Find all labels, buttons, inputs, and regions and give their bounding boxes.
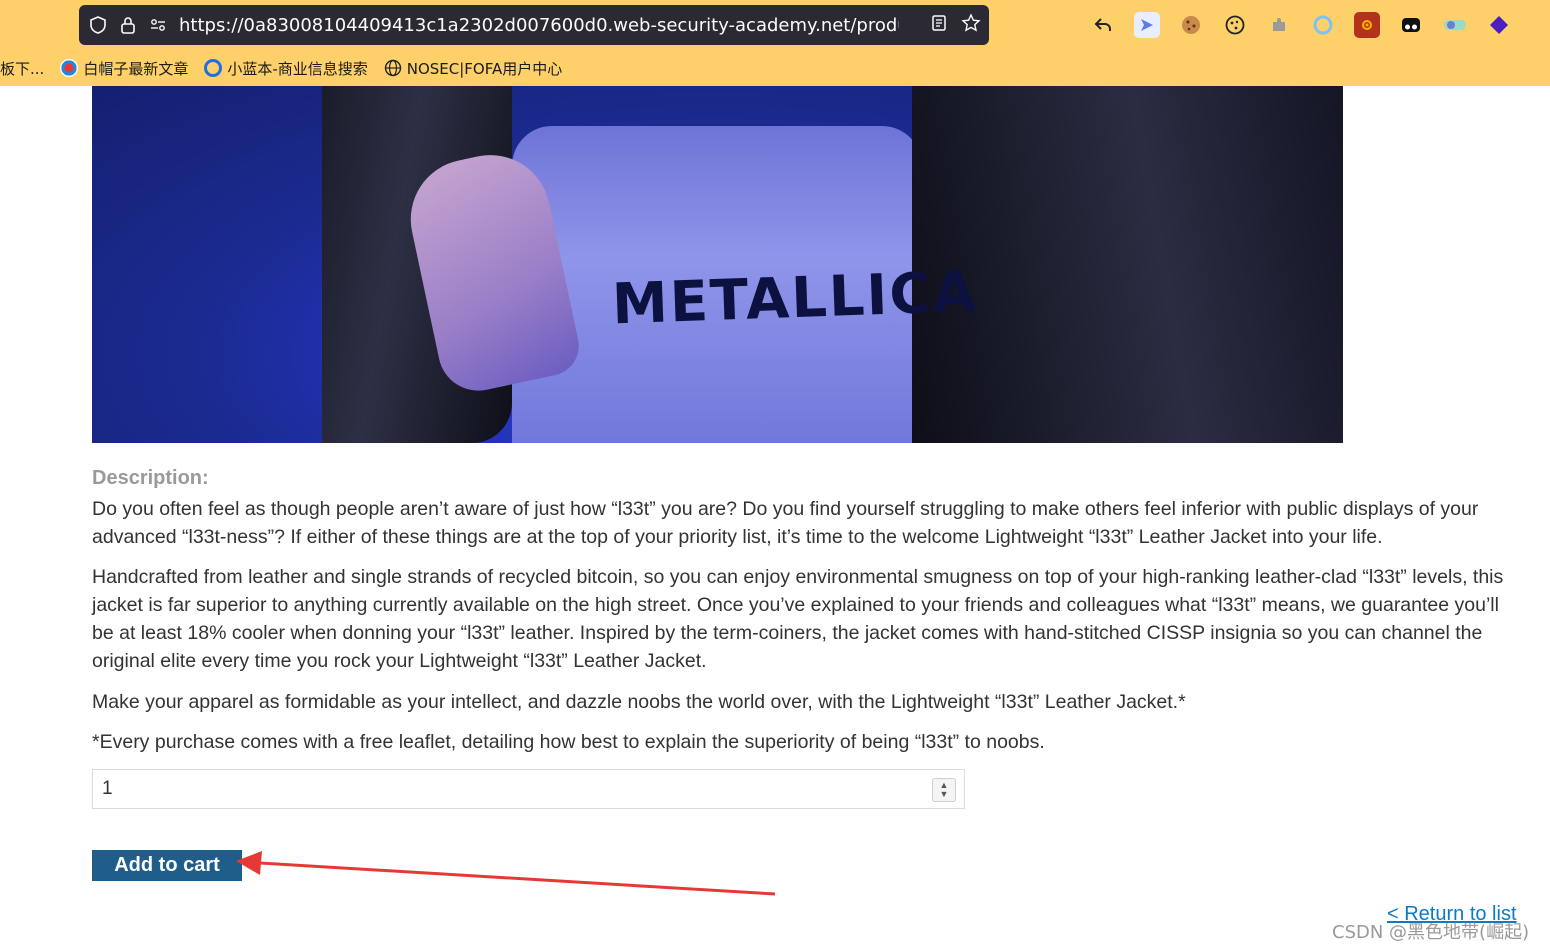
add-to-cart-button[interactable]: Add to cart — [92, 850, 242, 881]
bookmark-item[interactable]: 小蓝本-商业信息搜索 — [204, 58, 368, 79]
product-image: METALLICA — [92, 86, 1343, 443]
address-bar[interactable]: https://0a83008104409413c1a2302d007600d0… — [79, 5, 989, 45]
lock-icon[interactable] — [117, 14, 139, 36]
reader-view-icon[interactable] — [929, 13, 949, 38]
gear-extension-icon[interactable] — [1354, 12, 1380, 38]
quantity-stepper[interactable]: ▲ ▼ — [932, 778, 956, 802]
toggle-extension-icon[interactable] — [1442, 12, 1468, 38]
chevron-down-icon[interactable]: ▼ — [940, 790, 949, 799]
ring-extension-icon[interactable] — [1310, 12, 1336, 38]
cookie-editor-icon[interactable] — [1222, 12, 1248, 38]
back-arrow-icon[interactable] — [1090, 12, 1116, 38]
bookmarks-bar: 板下... 白帽子最新文章 小蓝本-商业信息搜索 NOSEC|FOFA用户中心 — [0, 54, 578, 82]
translate-extension-icon[interactable] — [1134, 12, 1160, 38]
description-paragraph: *Every purchase comes with a free leafle… — [92, 731, 1045, 753]
image-shirt-text: METALLICA — [610, 259, 979, 338]
bookmark-item[interactable]: 白帽子最新文章 — [60, 58, 188, 79]
globe-icon — [384, 59, 402, 77]
description-paragraph: Handcrafted from leather and single stra… — [92, 566, 1504, 672]
description-paragraph: Do you often feel as though people aren’… — [92, 498, 1479, 548]
bookmark-favicon-icon — [60, 59, 79, 77]
bookmark-item[interactable]: NOSEC|FOFA用户中心 — [384, 58, 562, 79]
diamond-extension-icon[interactable] — [1486, 12, 1512, 38]
goggles-extension-icon[interactable] — [1398, 12, 1424, 38]
bookmark-favicon-icon — [204, 59, 223, 77]
quantity-input[interactable]: 1 ▲ ▼ — [92, 769, 965, 809]
bookmark-star-icon[interactable] — [961, 12, 981, 38]
site-permissions-icon[interactable] — [147, 14, 169, 36]
puzzle-extension-icon[interactable] — [1266, 12, 1292, 38]
shield-icon[interactable] — [87, 14, 109, 36]
watermark: CSDN @黑色地带(崛起) — [1332, 922, 1530, 943]
bookmark-item[interactable]: 板下... — [0, 58, 44, 79]
url-text[interactable]: https://0a83008104409413c1a2302d007600d0… — [179, 15, 899, 36]
description-paragraph: Make your apparel as formidable as your … — [92, 691, 1186, 713]
cookie-icon[interactable] — [1178, 12, 1204, 38]
browser-toolbar: https://0a83008104409413c1a2302d007600d0… — [0, 0, 1550, 86]
quantity-value: 1 — [102, 778, 113, 799]
extensions-toolbar — [1090, 12, 1512, 38]
description-label: Description: — [92, 467, 209, 489]
